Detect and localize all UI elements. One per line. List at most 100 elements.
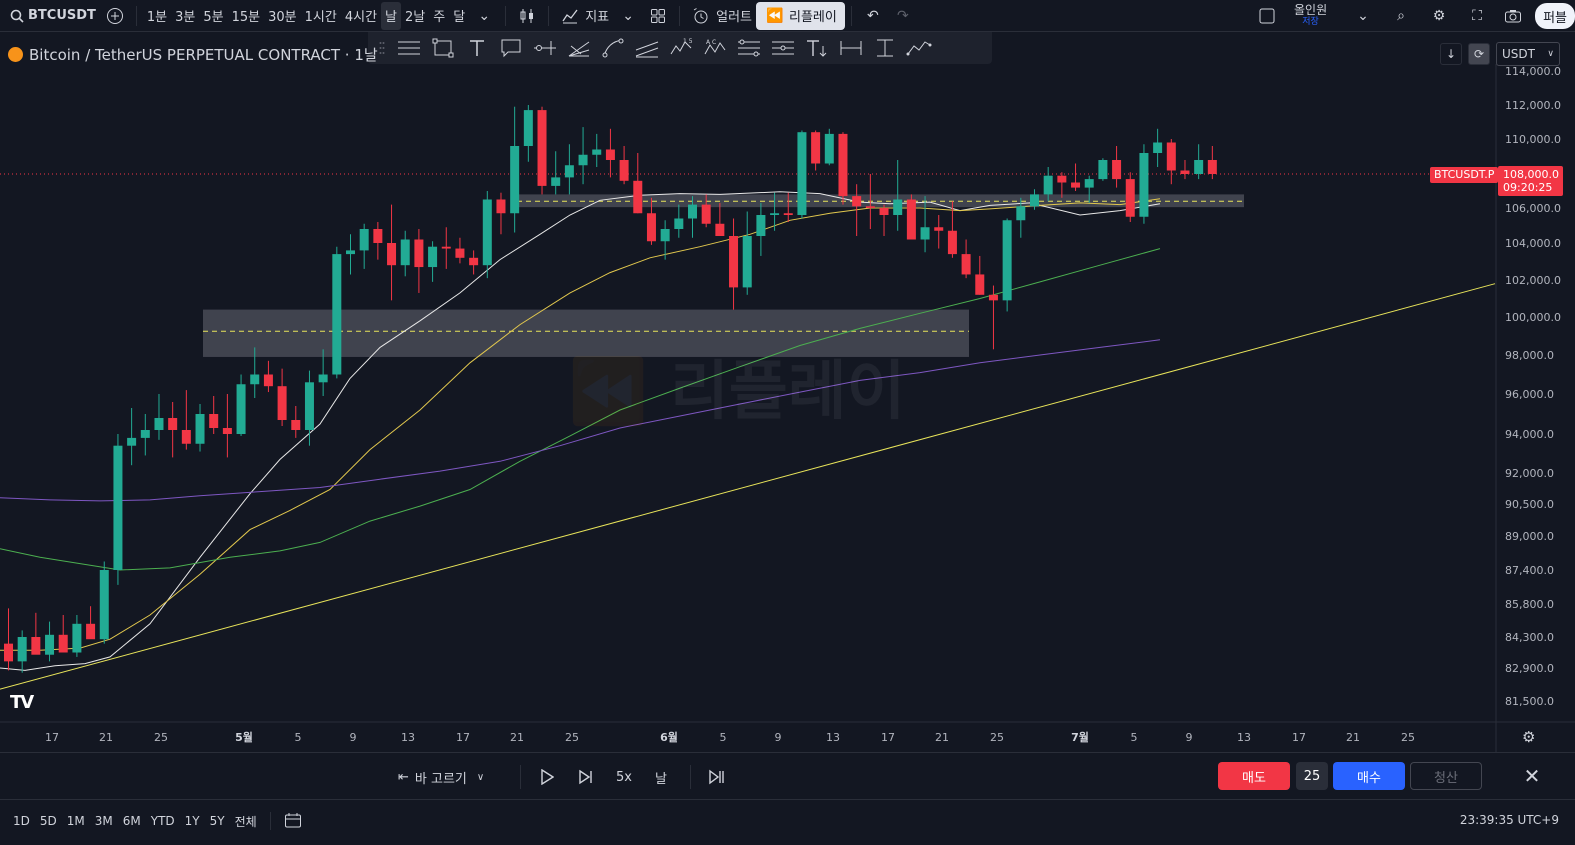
save-layout-button[interactable]: 올인원 저장 — [1290, 2, 1331, 30]
time-axis-label: 9 — [1186, 731, 1193, 744]
curve-tool[interactable] — [596, 34, 630, 62]
interval-5m[interactable]: 5분 — [199, 2, 227, 30]
scale-settings-gear-icon[interactable]: ⚙ — [1522, 728, 1535, 746]
grid-layout-icon — [647, 5, 669, 27]
symbol-search[interactable]: BTCUSDT — [0, 2, 100, 30]
rectangle-tool[interactable] — [426, 34, 460, 62]
range-3m[interactable]: 3M — [90, 814, 118, 828]
time-axis-label: 21 — [99, 731, 113, 744]
candle-body — [783, 213, 793, 215]
text-anchor-tool[interactable] — [800, 34, 834, 62]
utc-clock[interactable]: 23:39:35 UTC+9 — [1460, 813, 1559, 827]
step-forward-button[interactable] — [578, 765, 594, 789]
undo-button[interactable]: ↶ — [858, 2, 888, 30]
symbol-name: BTCUSDT — [28, 8, 96, 23]
interval-3m[interactable]: 3분 — [171, 2, 199, 30]
abcd-pattern-tool[interactable]: A C — [698, 34, 732, 62]
interval-4h[interactable]: 4시간 — [341, 2, 381, 30]
replay-interval-button[interactable]: 날 — [655, 765, 667, 789]
interval-1h[interactable]: 1시간 — [301, 2, 341, 30]
toolbar-divider — [548, 5, 550, 26]
range-ytd[interactable]: YTD — [146, 814, 180, 828]
replay-button[interactable]: ⏪ 리플레이 — [756, 1, 845, 30]
candle-body — [523, 110, 533, 146]
replay-speed-button[interactable]: 5x — [616, 765, 632, 789]
currency-select[interactable]: USDT ∨ — [1496, 42, 1560, 66]
compare-symbol-button[interactable] — [100, 2, 130, 30]
fullscreen-button[interactable]: ⛶ — [1462, 2, 1492, 30]
fib-retracement-tool[interactable] — [732, 34, 766, 62]
abcd-icon: A C — [704, 39, 726, 55]
candle-body — [209, 414, 219, 428]
range-5d[interactable]: 5D — [35, 814, 62, 828]
scroll-to-latest-button[interactable]: ↓ — [1440, 43, 1462, 65]
curve-icon — [602, 38, 624, 58]
fib-fan-tool[interactable] — [562, 34, 596, 62]
close-position-button[interactable]: 청산 — [1410, 762, 1482, 790]
interval-1w[interactable]: 주 — [429, 2, 449, 30]
save-dropdown[interactable]: ⌄ — [1348, 2, 1378, 30]
range-5y[interactable]: 5Y — [205, 814, 230, 828]
range-1m[interactable]: 1M — [62, 814, 90, 828]
layout-square-button[interactable] — [1252, 2, 1282, 30]
elliott-wave-tool[interactable]: 1 5 — [664, 34, 698, 62]
text-tool[interactable] — [460, 34, 494, 62]
sell-button[interactable]: 매도 — [1218, 762, 1290, 790]
price-range-icon — [877, 39, 893, 57]
parallel-channel-tool[interactable] — [630, 34, 664, 62]
jump-to-bar-icon: ⇤ — [398, 769, 409, 785]
range-1d[interactable]: 1D — [8, 814, 35, 828]
candle-body — [564, 165, 574, 178]
chart-legend[interactable]: Bitcoin / TetherUS PERPETUAL CONTRACT · … — [8, 44, 378, 65]
candle-body — [318, 374, 328, 383]
candle-body — [127, 437, 137, 446]
price-axis-label: 89,000.0 — [1505, 530, 1554, 543]
quantity-field[interactable]: 25 — [1296, 762, 1328, 790]
interval-dropdown[interactable]: ⌄ — [469, 2, 499, 30]
square-icon — [1256, 5, 1278, 27]
go-to-date-button[interactable] — [279, 812, 307, 831]
forecast-tool[interactable] — [902, 34, 936, 62]
range-all[interactable]: 전체 — [230, 813, 262, 830]
candle-body — [45, 634, 55, 655]
interval-1d[interactable]: 날 — [381, 1, 402, 30]
candle-body — [58, 634, 68, 653]
redo-button[interactable]: ↷ — [888, 2, 918, 30]
date-range-tool[interactable] — [834, 34, 868, 62]
quick-search-button[interactable]: ⌕ — [1386, 2, 1416, 30]
symbol-price-badge: BTCUSDT.P — [1430, 167, 1499, 183]
interval-1m[interactable]: 1분 — [143, 2, 171, 30]
layout-button[interactable] — [643, 2, 673, 30]
candle-body — [400, 239, 410, 266]
settings-button[interactable]: ⚙ — [1424, 2, 1454, 30]
snapshot-button[interactable] — [1498, 2, 1528, 30]
buy-button[interactable]: 매수 — [1333, 762, 1405, 790]
range-1y[interactable]: 1Y — [180, 814, 205, 828]
replay-divider — [690, 765, 691, 789]
range-6m[interactable]: 6M — [118, 814, 146, 828]
price-range-tool[interactable] — [868, 34, 902, 62]
text-icon — [470, 40, 484, 56]
callout-tool[interactable] — [494, 34, 528, 62]
jump-to-realtime-button[interactable] — [708, 765, 726, 789]
interval-30m[interactable]: 30분 — [264, 2, 301, 30]
indicators-button[interactable]: 지표 — [555, 2, 613, 30]
channel-icon — [635, 41, 659, 58]
fib-extension-tool[interactable] — [766, 34, 800, 62]
play-icon — [541, 769, 554, 785]
interval-1mo[interactable]: 달 — [449, 2, 469, 30]
publish-button[interactable]: 퍼블 — [1535, 3, 1575, 29]
currency-value: USDT — [1502, 47, 1535, 61]
alert-button[interactable]: 얼러트 — [686, 2, 756, 30]
indicators-dropdown[interactable]: ⌄ — [613, 2, 643, 30]
horizontal-lines-tool[interactable] — [392, 34, 426, 62]
chart-type-button[interactable] — [512, 2, 542, 30]
interval-15m[interactable]: 15분 — [228, 2, 265, 30]
auto-scale-button[interactable]: ⟳ — [1468, 43, 1490, 65]
close-replay-button[interactable]: ✕ — [1518, 764, 1546, 788]
select-bar-button[interactable]: ⇤ 바 고르기 ∨ — [398, 765, 484, 789]
tradingview-logo[interactable]: TV — [10, 692, 34, 713]
ray-tool[interactable] — [528, 34, 562, 62]
interval-2d[interactable]: 2날 — [401, 2, 429, 30]
play-button[interactable] — [540, 765, 554, 789]
